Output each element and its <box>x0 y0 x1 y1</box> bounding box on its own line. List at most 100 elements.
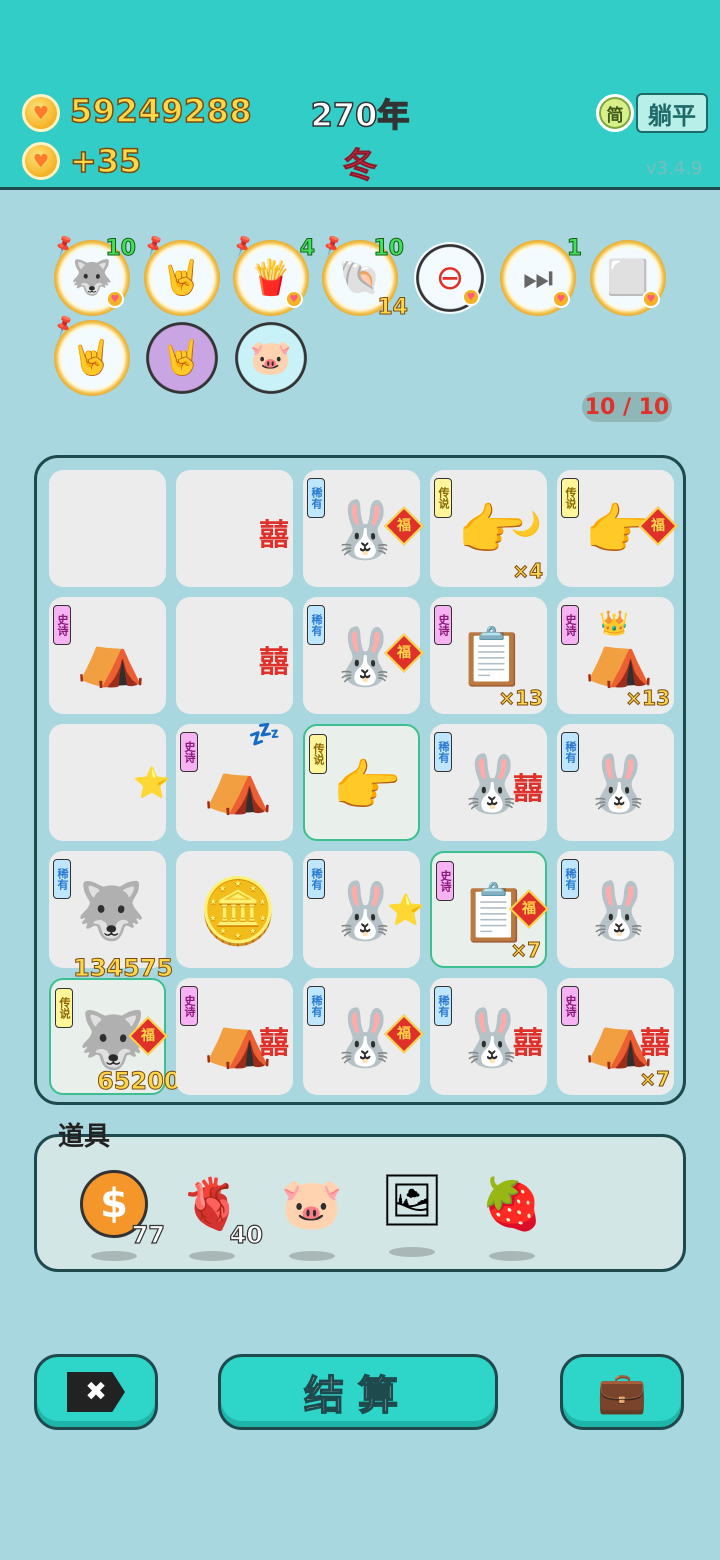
multiplier: ×4 <box>512 559 544 584</box>
season-label: 冬 <box>343 146 378 187</box>
coin-delta: +35 <box>69 141 142 181</box>
year-label: 270年 <box>310 95 410 135</box>
skip-icon: ⏭ <box>522 258 554 298</box>
item-bayberry[interactable]: 🍓 <box>475 1167 549 1261</box>
piggy-bank-icon: 🐷 <box>280 1174 344 1233</box>
rarity-tag: 史诗 <box>53 605 71 645</box>
board-cell[interactable]: 史诗 📋 福 ×7 <box>430 851 549 968</box>
board-cell[interactable]: 传说 👉 🌙 ×4 <box>430 470 547 587</box>
board-cell[interactable]: 稀有 🐰 囍 <box>430 978 547 1095</box>
rarity-tag: 史诗 <box>561 986 579 1026</box>
minus-icon: ⊖ <box>435 258 465 298</box>
buff-rock-hand[interactable]: 📌 🤘 <box>141 233 220 316</box>
board-cell[interactable]: 史诗 ⛺ 👑 ×13 <box>557 597 674 714</box>
briefcase-icon: 💼 <box>597 1369 647 1416</box>
double-happiness-icon: 囍 <box>513 1026 543 1061</box>
rarity-tag: 稀有 <box>434 732 452 772</box>
double-happiness-icon: 囍 <box>513 772 543 807</box>
board-cell[interactable]: 史诗 ⛺ 囍 <box>176 978 293 1095</box>
board-cell[interactable]: 稀有 🐰 <box>557 851 674 968</box>
buff-skip[interactable]: ⏭ ♥ 1 <box>500 236 583 316</box>
board-cell[interactable]: 传说 👉 福 <box>557 470 678 587</box>
coin-total: 59249288 <box>69 91 253 131</box>
board-cell[interactable]: 传说 🐺 福 65200 <box>49 978 181 1096</box>
shell-icon: 🐚 <box>338 258 382 298</box>
rarity-tag: 稀有 <box>434 986 452 1026</box>
rarity-tag: 稀有 <box>53 859 71 899</box>
sugar-cubes-icon: ⬜ <box>606 258 650 298</box>
simplified-chinese-button[interactable]: 简 <box>596 94 634 132</box>
sleeping-icon: 💤 <box>248 720 281 750</box>
board-cell[interactable]: 史诗 ⛺ <box>49 597 166 714</box>
rarity-tag: 稀有 <box>561 859 579 899</box>
rarity-tag: 史诗 <box>180 986 198 1026</box>
multiplier: ×13 <box>498 686 544 711</box>
slot-board: 囍 稀有 🐰 福 传说 👉 🌙 ×4 传说 👉 福 史诗 ⛺ 囍 稀有 🐰 福 … <box>34 455 686 1105</box>
buff-sugar-cubes[interactable]: ⬜ ♥ <box>590 240 666 316</box>
pin-icon: 📌 <box>318 232 346 259</box>
buff-piggy-bank[interactable]: 🐷 <box>234 321 308 395</box>
coin-icon: ♥ <box>22 142 60 180</box>
board-cell[interactable]: 稀有 🐰 ⭐ <box>303 851 425 968</box>
husky-icon: 🐺 <box>76 879 146 944</box>
board-cell[interactable] <box>49 470 166 587</box>
buff-rock-hand-2[interactable]: 📌 🤘 <box>51 313 130 396</box>
star-icon: ⭐ <box>132 766 171 802</box>
board-cell[interactable]: 稀有 🐰 <box>557 724 674 841</box>
rock-hand-icon: 🤘 <box>160 338 204 378</box>
buff-minus[interactable]: ⊖ ♥ <box>414 242 486 314</box>
board-cell[interactable]: ⭐ <box>49 724 171 841</box>
heart-badge-icon: ♥ <box>106 290 124 308</box>
item-quantity: 77 <box>131 1220 166 1249</box>
rarity-tag: 稀有 <box>561 732 579 772</box>
lie-flat-button[interactable]: 躺平 <box>636 93 708 133</box>
rarity-tag: 史诗 <box>561 605 579 645</box>
item-quantity: 40 <box>229 1220 264 1249</box>
close-button[interactable]: ✖ <box>34 1354 158 1430</box>
board-cell[interactable]: 史诗 📋 ×13 <box>430 597 547 714</box>
item-piggy-bank[interactable]: 🐷 <box>275 1167 349 1261</box>
coin-icon: ♥ <box>22 94 60 132</box>
buff-fries[interactable]: 📌 🍟 ♥ 4 <box>230 233 316 316</box>
rarity-tag: 稀有 <box>307 478 325 518</box>
board-cell[interactable]: 囍 <box>176 597 293 714</box>
bag-button[interactable]: 💼 <box>560 1354 684 1430</box>
board-cell[interactable]: 稀有 🐰 福 <box>303 978 424 1095</box>
picture-frame-icon: 🖼 <box>380 1170 444 1229</box>
heart-badge-icon: ♥ <box>642 290 660 308</box>
board-cell[interactable]: 稀有 🐰 福 <box>303 597 424 714</box>
item-dollar-coin[interactable]: $ 77 <box>77 1167 166 1261</box>
board-cell[interactable]: 稀有 🐰 福 <box>303 470 424 587</box>
bayberry-icon: 🍓 <box>480 1174 544 1233</box>
crown-icon: 👑 <box>599 609 629 637</box>
buff-count: 1 <box>566 236 582 262</box>
multiplier: ×7 <box>510 938 542 963</box>
tent-icon: ⛺ <box>203 752 273 817</box>
rabbit-icon: 🐰 <box>584 752 654 817</box>
board-cell[interactable]: 史诗 ⛺ 💤 <box>176 720 293 841</box>
multiplier: ×7 <box>639 1067 671 1092</box>
rarity-tag: 传说 <box>309 734 327 774</box>
board-cell[interactable]: 史诗 ⛺ 囍 ×7 <box>557 978 674 1095</box>
board-cell[interactable]: 稀有 🐰 囍 <box>430 724 547 841</box>
item-rabbit-frame[interactable]: 🖼 <box>375 1163 449 1257</box>
board-cell[interactable]: 囍 <box>176 470 293 587</box>
husky-icon: 🐺 <box>70 258 114 298</box>
rarity-tag: 传说 <box>434 478 452 518</box>
buff-shell[interactable]: 📌 🐚 10 14 <box>319 233 409 321</box>
tent-icon: ⛺ <box>76 625 146 690</box>
buff-rock-hand-purple[interactable]: 🤘 <box>145 321 219 395</box>
settle-button[interactable]: 结算 <box>218 1354 498 1430</box>
piggy-bank-icon: 🐷 <box>249 338 293 378</box>
board-cell[interactable]: 传说 👉 <box>303 724 420 841</box>
buff-husky[interactable]: 📌 🐺 ♥ 10 <box>51 233 136 316</box>
buff-count: 10 <box>373 236 405 262</box>
heart-badge-icon: ♥ <box>285 290 303 308</box>
rarity-tag: 史诗 <box>434 605 452 645</box>
buff-count: 4 <box>299 236 315 262</box>
board-cell[interactable]: 稀有 🐺 134575 <box>49 851 174 983</box>
board-cell[interactable]: 🪙 <box>176 851 293 968</box>
heart-badge-icon: ♥ <box>462 288 480 306</box>
item-liver[interactable]: 🫀 40 <box>175 1167 264 1261</box>
rarity-tag: 传说 <box>55 988 73 1028</box>
